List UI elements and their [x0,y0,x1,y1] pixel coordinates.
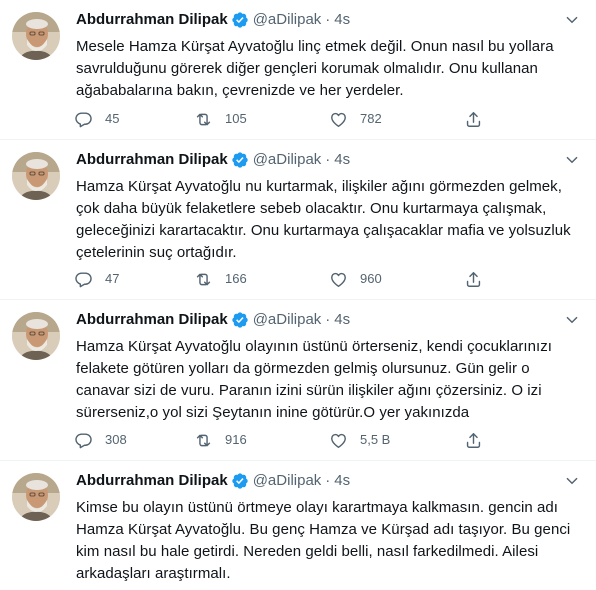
verified-badge-icon [231,311,249,329]
author-handle[interactable]: @aDilipak [253,10,322,30]
retweet-icon [196,434,211,446]
tweet[interactable]: Abdurrahman Dilipak @aDilipak · 4s Mesel… [0,0,596,140]
tweet-text: Kimse bu olayın üstünü örtmeye olayı kar… [76,499,571,582]
reply-icon [75,432,92,448]
tweet-time[interactable]: 4s [334,310,350,330]
tweet-time[interactable]: 4s [334,150,350,170]
tweet-time[interactable]: 4s [334,471,350,491]
chevron-down-icon[interactable] [562,150,582,170]
chevron-down-icon[interactable] [562,10,582,30]
author-name[interactable]: Abdurrahman Dilipak [76,10,228,30]
avatar-image [12,473,60,521]
author-name[interactable]: Abdurrahman Dilipak [76,310,228,330]
avatar[interactable] [12,473,60,521]
tweet-text: Mesele Hamza Kürşat Ayvatoğlu linç etmek… [76,38,554,99]
tweet-actions: 47 166 960 [74,269,514,289]
tweet-actions: 308 916 5,5 B [74,430,514,450]
tweet-feed: Abdurrahman Dilipak @aDilipak · 4s Mesel… [0,0,596,590]
share-button[interactable] [464,431,504,450]
avatar[interactable] [12,12,60,60]
share-button[interactable] [464,110,504,129]
verified-badge-icon [231,11,249,29]
avatar-image [12,312,60,360]
avatar-image [12,12,60,60]
retweet-button[interactable]: 105 [194,109,329,129]
tweet[interactable]: Abdurrahman Dilipak @aDilipak · 4s Kimse… [0,461,596,590]
share-button[interactable] [464,270,504,289]
separator-dot: · [325,311,331,328]
chevron-down-icon[interactable] [562,310,582,330]
share-icon [466,271,481,287]
author-handle[interactable]: @aDilipak [253,310,322,330]
reply-count: 45 [105,111,120,126]
tweet-time[interactable]: 4s [334,10,350,30]
reply-icon [75,111,92,127]
like-button[interactable]: 782 [329,109,464,129]
author-name[interactable]: Abdurrahman Dilipak [76,150,228,170]
retweet-button[interactable]: 166 [194,269,329,289]
retweet-count: 105 [225,111,247,126]
verified-badge-icon [231,472,249,490]
separator-dot: · [325,151,331,168]
reply-count: 308 [105,432,127,447]
retweet-icon [196,273,211,285]
like-count: 5,5 B [360,432,391,447]
like-count: 960 [360,271,382,286]
heart-icon [331,112,346,127]
reply-button[interactable]: 45 [74,109,194,129]
reply-count: 47 [105,271,120,286]
avatar[interactable] [12,312,60,360]
avatar[interactable] [12,152,60,200]
like-button[interactable]: 5,5 B [329,430,464,450]
heart-icon [331,433,346,448]
retweet-count: 916 [225,432,247,447]
tweet-text: Hamza Kürşat Ayvatoğlu olayının üstünü ö… [76,338,552,421]
heart-icon [331,272,346,287]
reply-button[interactable]: 308 [74,430,194,450]
tweet[interactable]: Abdurrahman Dilipak @aDilipak · 4s Hamza… [0,300,596,461]
chevron-down-icon[interactable] [562,471,582,491]
tweet[interactable]: Abdurrahman Dilipak @aDilipak · 4s Hamza… [0,140,596,300]
author-handle[interactable]: @aDilipak [253,150,322,170]
retweet-button[interactable]: 916 [194,430,329,450]
verified-badge-icon [231,151,249,169]
like-button[interactable]: 960 [329,269,464,289]
author-handle[interactable]: @aDilipak [253,471,322,491]
tweet-text: Hamza Kürşat Ayvatoğlu nu kurtarmak, ili… [76,178,571,261]
share-icon [466,111,481,127]
like-count: 782 [360,111,382,126]
tweet-actions: 45 105 782 [74,109,514,129]
reply-icon [75,271,92,287]
share-icon [466,432,481,448]
author-name[interactable]: Abdurrahman Dilipak [76,471,228,491]
separator-dot: · [325,472,331,489]
avatar-image [12,152,60,200]
retweet-count: 166 [225,271,247,286]
reply-button[interactable]: 47 [74,269,194,289]
separator-dot: · [325,11,331,28]
retweet-icon [196,113,211,125]
